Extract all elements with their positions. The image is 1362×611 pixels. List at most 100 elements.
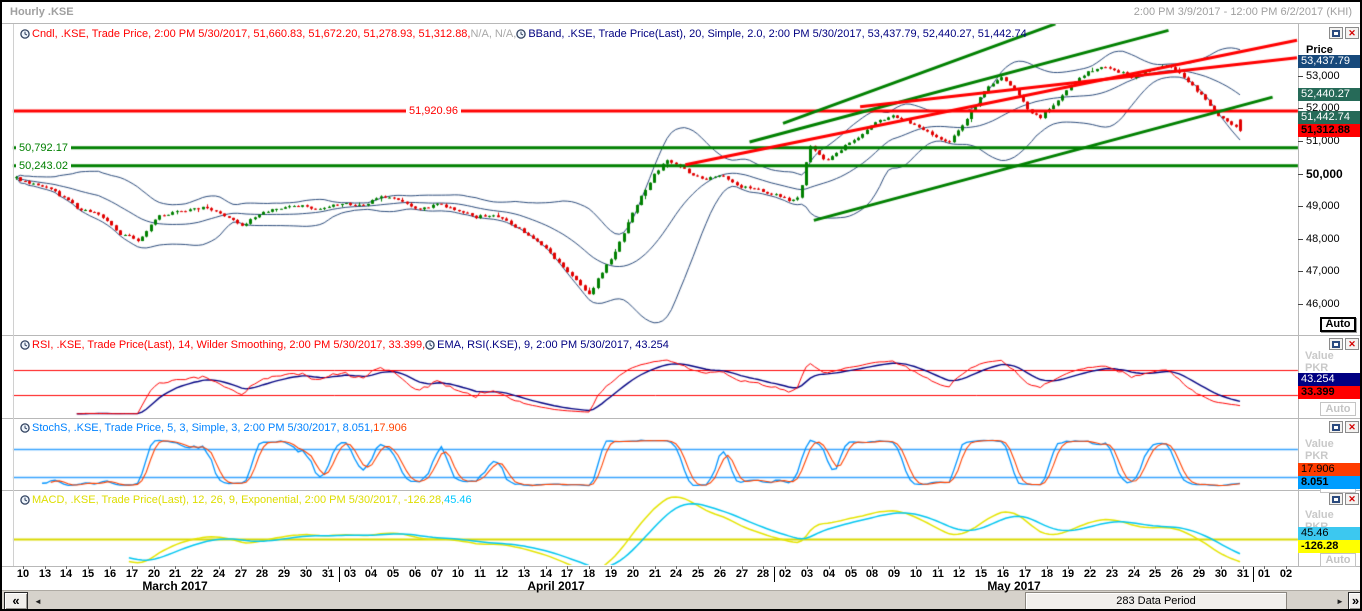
rsi-axis-badge: 43.254	[1298, 373, 1362, 386]
month-separator	[1253, 567, 1254, 582]
rsi-auto-scale-button[interactable]: Auto	[1320, 402, 1356, 416]
price-tick-mark	[1298, 239, 1303, 240]
macd-restore-panel-button[interactable]	[1329, 493, 1343, 505]
main-auto-scale-button[interactable]: Auto	[1320, 317, 1356, 332]
date-tick-label: 29	[278, 568, 290, 580]
date-tick-label: 20	[627, 568, 639, 580]
macd-auto-scale-button[interactable]: Auto	[1320, 553, 1356, 567]
macd-panel-controls: ✕	[1329, 493, 1359, 505]
price-tick-label: 50,000	[1306, 168, 1343, 180]
main-close-panel-button[interactable]: ✕	[1345, 27, 1359, 39]
date-tick-label: 11	[932, 568, 944, 580]
month-separator	[774, 567, 775, 582]
date-tick-label: 26	[714, 568, 726, 580]
panel-separator	[2, 566, 1362, 567]
price-tick-mark	[1298, 174, 1303, 175]
restore-icon	[1332, 424, 1340, 431]
rsi-legend-item[interactable]: RSI, .KSE, Trade Price(Last), 14, Wilder…	[20, 339, 425, 351]
date-tick-label: 18	[583, 568, 595, 580]
main-restore-panel-button[interactable]	[1329, 27, 1343, 39]
date-tick-label: 24	[670, 568, 682, 580]
date-tick-label: 04	[365, 568, 377, 580]
date-tick-label: 07	[431, 568, 443, 580]
hline-price-label[interactable]: 51,920.96	[406, 105, 461, 117]
main-legend-item[interactable]: BBand, .KSE, Trade Price(Last), 20, Simp…	[516, 28, 1026, 40]
legend-text: MACD, .KSE, Trade Price(Last), 12, 26, 9…	[32, 494, 444, 506]
date-tick-label: 31	[322, 568, 334, 580]
date-tick-label: 19	[605, 568, 617, 580]
hline-price-label[interactable]: 50,243.02	[16, 160, 71, 172]
close-icon: ✕	[1348, 423, 1356, 432]
main-axis-badge: 53,437.79	[1298, 55, 1362, 68]
legend-text: 45.46	[444, 494, 472, 506]
price-tick-mark	[1298, 304, 1303, 305]
date-tick-label: 24	[213, 568, 225, 580]
clock-icon	[20, 340, 30, 350]
close-icon: ✕	[1348, 495, 1356, 504]
macd-axis-badge: -126.28	[1298, 540, 1362, 553]
legend-text: RSI, .KSE, Trade Price(Last), 14, Wilder…	[32, 339, 425, 351]
rsi-close-panel-button[interactable]: ✕	[1345, 338, 1359, 350]
date-tick-label: 27	[736, 568, 748, 580]
date-tick-label: 02	[1280, 568, 1292, 580]
legend-text: Cndl, .KSE, Trade Price, 2:00 PM 5/30/20…	[32, 28, 470, 40]
rsi-restore-panel-button[interactable]	[1329, 338, 1343, 350]
stoch-close-panel-button[interactable]: ✕	[1345, 421, 1359, 433]
main-legend-item[interactable]: Cndl, .KSE, Trade Price, 2:00 PM 5/30/20…	[20, 28, 470, 40]
stoch-restore-panel-button[interactable]	[1329, 421, 1343, 433]
date-tick-label: 22	[1084, 568, 1096, 580]
rsi-panel-controls: ✕	[1329, 338, 1359, 350]
date-tick-label: 21	[649, 568, 661, 580]
titlebar-separator	[2, 23, 1362, 24]
date-tick-label: 04	[823, 568, 835, 580]
date-tick-label: 05	[845, 568, 857, 580]
price-tick-label: 47,000	[1306, 265, 1340, 277]
stoch-axis-badge: 8.051	[1298, 476, 1362, 489]
rsi-axis-title: Value	[1305, 350, 1334, 362]
rsi-legend-item[interactable]: EMA, RSI(.KSE), 9, 2:00 PM 5/30/2017, 43…	[425, 339, 669, 351]
date-tick-label: 15	[975, 568, 987, 580]
chart-plot-canvas[interactable]	[2, 2, 1362, 611]
macd-close-panel-button[interactable]: ✕	[1345, 493, 1359, 505]
panel-separator[interactable]	[2, 418, 1362, 419]
restore-icon	[1332, 30, 1340, 37]
scroll-left-arrow[interactable]: ◄	[34, 597, 42, 606]
date-tick-label: 11	[474, 568, 486, 580]
date-tick-label: 14	[60, 568, 72, 580]
legend-text: BBand, .KSE, Trade Price(Last), 20, Simp…	[528, 28, 1026, 40]
price-tick-label: 46,000	[1306, 298, 1340, 310]
horizontal-scrollbar[interactable]: « ◄ 283 Data Period ► »	[2, 590, 1362, 611]
date-tick-label: 10	[452, 568, 464, 580]
date-tick-label: 03	[801, 568, 813, 580]
date-tick-label: 01	[1258, 568, 1270, 580]
date-tick-label: 12	[496, 568, 508, 580]
panel-separator[interactable]	[2, 335, 1362, 336]
stoch-legend-item[interactable]: 17.906	[373, 422, 407, 434]
price-tick-mark	[1298, 108, 1303, 109]
date-tick-label: 31	[1237, 568, 1249, 580]
price-tick-mark	[1298, 271, 1303, 272]
month-label: April 2017	[527, 579, 584, 593]
main-legend-item[interactable]: N/A, N/A,	[470, 28, 516, 40]
date-tick-label: 30	[1215, 568, 1227, 580]
date-tick-label: 12	[953, 568, 965, 580]
date-tick-label: 16	[104, 568, 116, 580]
plot-left-axis-line	[13, 24, 14, 566]
scroll-far-right-button[interactable]: »	[1348, 592, 1362, 610]
stoch-legend-item[interactable]: StochS, .KSE, Trade Price, 5, 3, Simple,…	[20, 422, 373, 434]
scroll-far-left-button[interactable]: «	[4, 592, 28, 610]
price-tick-label: 48,000	[1306, 233, 1340, 245]
hline-price-label[interactable]: 50,792.17	[16, 142, 71, 154]
date-tick-label: 10	[910, 568, 922, 580]
main-axis-badge: 52,440.27	[1298, 88, 1362, 101]
month-label: March 2017	[142, 579, 207, 593]
scrollbar-thumb[interactable]: 283 Data Period	[1025, 592, 1287, 610]
macd-legend-item[interactable]: MACD, .KSE, Trade Price(Last), 12, 26, 9…	[20, 494, 444, 506]
scroll-right-arrow[interactable]: ►	[1336, 597, 1344, 606]
panel-separator[interactable]	[2, 490, 1362, 491]
date-tick-label: 10	[17, 568, 29, 580]
macd-legend-item[interactable]: 45.46	[444, 494, 472, 506]
date-tick-label: 25	[692, 568, 704, 580]
date-tick-label: 28	[256, 568, 268, 580]
month-separator	[339, 567, 340, 582]
